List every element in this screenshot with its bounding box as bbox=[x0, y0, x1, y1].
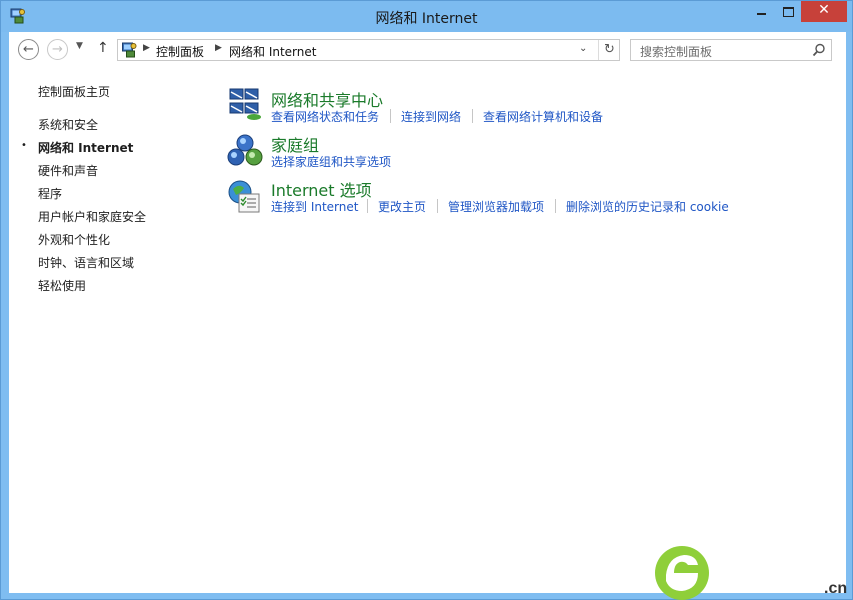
up-arrow-icon: ↑ bbox=[97, 40, 109, 56]
refresh-icon: ↻ bbox=[604, 42, 615, 57]
back-arrow-icon: ← bbox=[23, 42, 34, 57]
network-sharing-icon[interactable] bbox=[227, 86, 263, 122]
breadcrumb-control-panel[interactable]: 控制面板 bbox=[156, 43, 204, 60]
site-watermark-logo: 002CN .cn bbox=[655, 546, 847, 600]
link-delete-browsing-history[interactable]: 删除浏览的历史记录和 cookie bbox=[566, 198, 729, 215]
breadcrumb-separator-icon[interactable]: ▶ bbox=[143, 43, 150, 53]
sidebar-item-appearance[interactable]: 外观和个性化 bbox=[38, 231, 110, 248]
control-panel-icon bbox=[122, 42, 137, 58]
minimize-button[interactable] bbox=[748, 1, 775, 22]
link-divider bbox=[437, 199, 438, 213]
sidebar-item-user-accounts[interactable]: 用户帐户和家庭安全 bbox=[38, 208, 146, 225]
search-box[interactable]: 搜索控制面板 bbox=[630, 39, 832, 61]
up-button[interactable]: ↑ bbox=[97, 40, 109, 56]
link-view-network-status[interactable]: 查看网络状态和任务 bbox=[271, 108, 379, 125]
maximize-button[interactable] bbox=[775, 1, 801, 22]
sidebar-item-system-security[interactable]: 系统和安全 bbox=[38, 116, 98, 133]
watermark-suffix: .cn bbox=[824, 580, 847, 597]
forward-button[interactable]: → bbox=[47, 39, 68, 60]
address-history-dropdown[interactable]: ⌄ bbox=[579, 43, 587, 54]
recent-locations-dropdown[interactable]: ▼ bbox=[76, 41, 83, 51]
search-icon[interactable] bbox=[812, 43, 826, 57]
breadcrumb-separator-icon[interactable]: ▶ bbox=[215, 43, 222, 53]
sidebar-item-programs[interactable]: 程序 bbox=[38, 185, 62, 202]
sidebar-home-link[interactable]: 控制面板主页 bbox=[38, 83, 110, 100]
window-title: 网络和 Internet bbox=[375, 11, 478, 27]
refresh-button[interactable]: ↻ bbox=[598, 40, 620, 60]
address-bar[interactable]: ▶ 控制面板 ▶ 网络和 Internet ⌄ ↻ bbox=[117, 39, 620, 61]
link-change-home-page[interactable]: 更改主页 bbox=[378, 198, 426, 215]
close-button[interactable]: ✕ bbox=[801, 1, 847, 22]
title-bar[interactable]: 网络和 Internet ✕ bbox=[1, 1, 852, 32]
homegroup-icon[interactable] bbox=[227, 133, 263, 169]
watermark-text: 002CN bbox=[732, 559, 838, 597]
forward-arrow-icon: → bbox=[52, 42, 63, 57]
close-icon: ✕ bbox=[818, 2, 830, 18]
link-divider bbox=[472, 109, 473, 123]
current-item-bullet: • bbox=[21, 140, 27, 151]
link-divider bbox=[555, 199, 556, 213]
link-manage-add-ons[interactable]: 管理浏览器加载项 bbox=[448, 198, 544, 215]
back-button[interactable]: ← bbox=[18, 39, 39, 60]
sidebar-item-network-internet[interactable]: 网络和 Internet bbox=[38, 139, 133, 156]
link-divider bbox=[367, 199, 368, 213]
control-panel-window: 网络和 Internet ✕ ← → ▼ ↑ ▶ 控制面板 ▶ 网络和 Inte… bbox=[0, 0, 853, 600]
breadcrumb-network-internet[interactable]: 网络和 Internet bbox=[229, 43, 316, 60]
link-divider bbox=[390, 109, 391, 123]
link-connect-to-network[interactable]: 连接到网络 bbox=[401, 108, 461, 125]
internet-options-icon[interactable] bbox=[227, 179, 263, 215]
link-view-network-computers[interactable]: 查看网络计算机和设备 bbox=[483, 108, 603, 125]
sidebar-item-clock-language[interactable]: 时钟、语言和区域 bbox=[38, 254, 134, 271]
client-area: ← → ▼ ↑ ▶ 控制面板 ▶ 网络和 Internet ⌄ ↻ 搜索控制面板… bbox=[9, 32, 846, 593]
link-connect-to-internet[interactable]: 连接到 Internet bbox=[271, 198, 358, 215]
link-homegroup-sharing-options[interactable]: 选择家庭组和共享选项 bbox=[271, 153, 391, 170]
search-input[interactable]: 搜索控制面板 bbox=[640, 43, 712, 60]
sidebar-item-ease-of-access[interactable]: 轻松使用 bbox=[38, 277, 86, 294]
sidebar-item-hardware-sound[interactable]: 硬件和声音 bbox=[38, 162, 98, 179]
chevron-down-icon: ▼ bbox=[76, 41, 83, 51]
